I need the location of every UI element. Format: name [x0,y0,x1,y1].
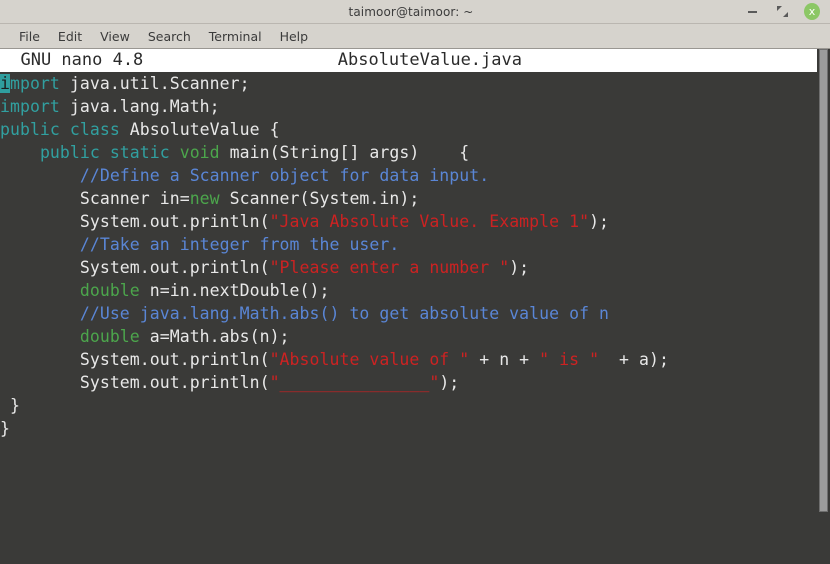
nano-edit-area[interactable]: import java.util.Scanner; import java.lan… [0,72,817,512]
code-line: public static void main(String[] args) { [0,141,817,164]
text-cursor: i [0,74,10,93]
code-token: "Absolute value of " [269,350,470,369]
maximize-button[interactable] [774,4,790,20]
scrollbar-thumb[interactable] [819,49,828,512]
code-token: import [0,97,70,116]
code-token: double [79,281,150,300]
code-token: public static [39,143,180,162]
window-title: taimoor@taimoor: ~ [348,4,474,19]
maximize-icon [776,6,788,17]
menu-item-edit[interactable]: Edit [49,29,91,44]
code-token: mport [9,74,70,93]
terminal-body[interactable]: GNU nano 4.8 AbsoluteValue.java import j… [0,49,830,512]
code-line: double n=in.nextDouble(); [0,279,817,302]
code-token: } [0,419,10,438]
code-token: "Java Absolute Value. Example 1" [269,212,590,231]
code-token: Scanner in= [0,189,190,208]
close-icon: x [804,3,820,20]
code-token: "_______________" [269,373,440,392]
code-token: a=Math.abs(n); [149,327,290,346]
code-line: public class AbsoluteValue { [0,118,817,141]
code-token: System.out.println( [0,350,270,369]
terminal-content: GNU nano 4.8 AbsoluteValue.java import j… [0,49,830,512]
code-token: main(String[] args) { [229,143,470,162]
menu-item-terminal[interactable]: Terminal [200,29,271,44]
code-line: //Take an integer from the user. [0,233,817,256]
code-token: java.lang.Math; [69,97,220,116]
code-token: " is " [539,350,600,369]
code-line: //Use java.lang.Math.abs() to get absolu… [0,302,817,325]
code-token: java.util.Scanner; [69,74,250,93]
code-token: + a); [599,350,669,369]
menu-item-search[interactable]: Search [139,29,200,44]
code-token: System.out.println( [0,258,270,277]
title-bar: taimoor@taimoor: ~ x [0,0,830,24]
code-token: Scanner(System.in); [229,189,420,208]
terminal-window: taimoor@taimoor: ~ x File Edit View Search T… [0,0,830,564]
code-token: //Take an integer from the user. [79,235,400,254]
code-line: //Define a Scanner object for data input… [0,164,817,187]
code-line: Scanner in=new Scanner(System.in); [0,187,817,210]
code-token: "Please enter a number " [269,258,510,277]
code-token: new [189,189,230,208]
minimize-icon [747,10,757,13]
menu-bar: File Edit View Search Terminal Help [0,24,830,49]
code-token: AbsoluteValue { [129,120,280,139]
code-token: ); [589,212,610,231]
nano-title-bar: GNU nano 4.8 AbsoluteValue.java [0,49,817,72]
menu-item-help[interactable]: Help [271,29,318,44]
code-token: } [0,396,20,415]
code-token: public class [0,120,130,139]
close-button[interactable]: x [804,3,820,20]
code-line: } [0,394,817,417]
code-line: import java.util.Scanner; [0,72,817,95]
code-token: System.out.println( [0,212,270,231]
terminal-scrollbar[interactable] [817,49,830,512]
code-token: double [79,327,150,346]
code-token: System.out.println( [0,373,270,392]
menu-item-file[interactable]: File [10,29,49,44]
code-token: ); [509,258,530,277]
code-token: void [179,143,230,162]
code-line: System.out.println("_______________"); [0,371,817,394]
window-controls: x [744,3,830,20]
code-line: double a=Math.abs(n); [0,325,817,348]
code-token: //Define a Scanner object for data input… [79,166,490,185]
code-token: + n + [469,350,540,369]
code-token: //Use java.lang.Math.abs() to get absolu… [79,304,610,323]
minimize-button[interactable] [744,4,760,20]
code-token: ); [439,373,460,392]
code-line: System.out.println("Please enter a numbe… [0,256,817,279]
code-token: n=in.nextDouble(); [149,281,330,300]
menu-item-view[interactable]: View [91,29,139,44]
code-line: System.out.println("Java Absolute Value.… [0,210,817,233]
code-line: } [0,417,817,440]
nano-shortcut-bar: ^G Get Help ^O Write Out ^W Where Is ^K … [0,512,830,564]
code-line: System.out.println("Absolute value of " … [0,348,817,371]
code-line: import java.lang.Math; [0,95,817,118]
